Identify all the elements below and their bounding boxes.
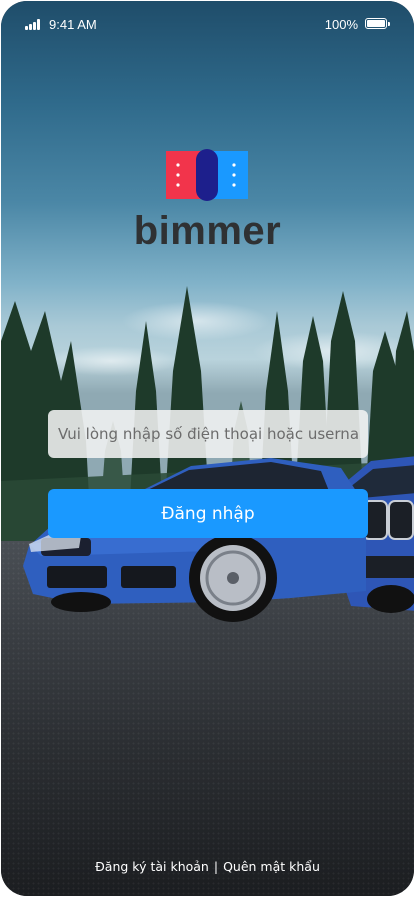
bimmer-logo-icon xyxy=(166,149,248,201)
register-link[interactable]: Đăng ký tài khoản xyxy=(95,859,209,874)
status-time: 9:41 AM xyxy=(49,17,97,32)
forgot-password-link[interactable]: Quên mật khẩu xyxy=(223,859,320,874)
phone-screen: 9:41 AM 100% bimmer Đăng nhập Đăng ký tà… xyxy=(1,1,414,896)
footer-separator: | xyxy=(213,859,219,874)
battery-percentage: 100% xyxy=(324,17,358,32)
battery-icon xyxy=(365,18,390,29)
footer-links: Đăng ký tài khoản | Quên mật khẩu xyxy=(1,859,414,874)
status-bar: 9:41 AM 100% xyxy=(1,1,414,49)
login-button[interactable]: Đăng nhập xyxy=(48,489,368,538)
signal-icon xyxy=(25,19,43,30)
username-input[interactable] xyxy=(48,410,368,458)
brand-name: bimmer xyxy=(133,209,282,253)
